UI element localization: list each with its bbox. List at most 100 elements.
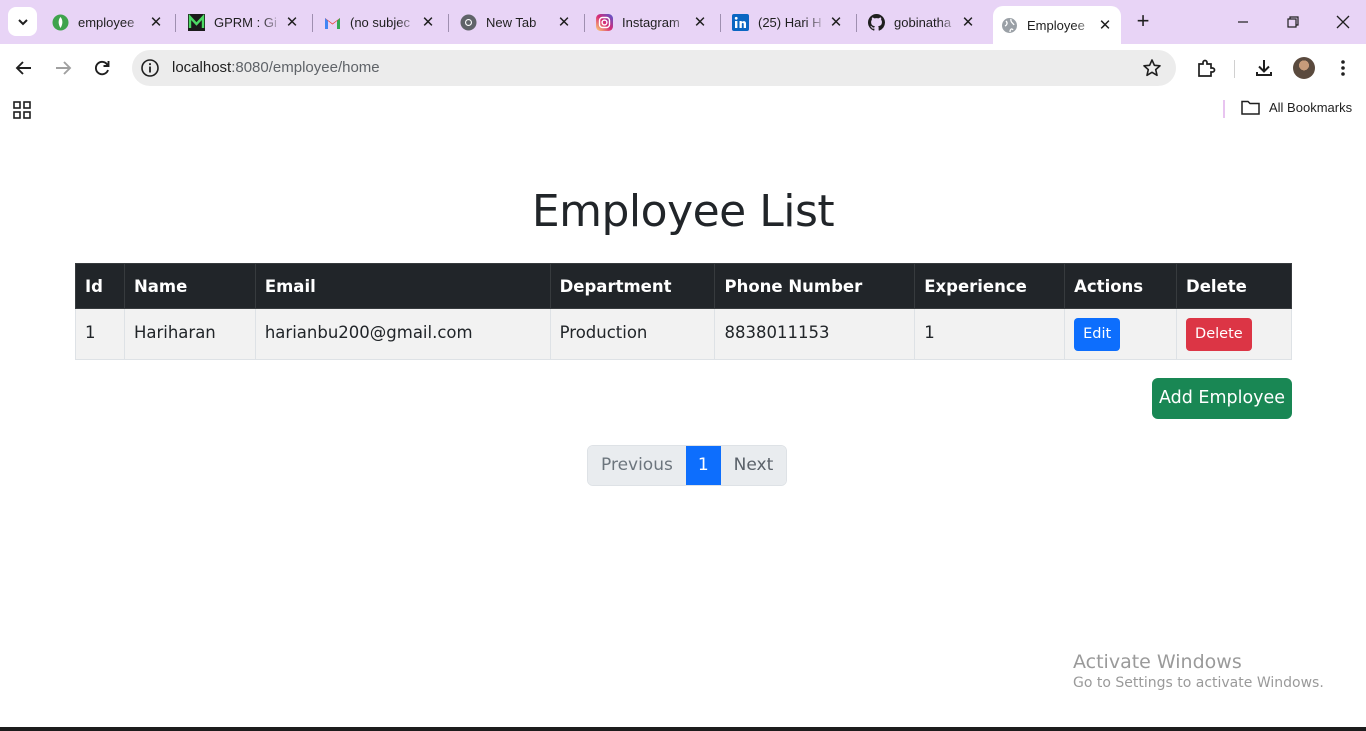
header-email: Email	[254, 263, 551, 309]
url-path: :8080/employee/home	[231, 59, 380, 76]
bookmarks-separator	[1223, 100, 1225, 118]
tab-separator	[720, 14, 721, 32]
tab-linkedin[interactable]: (25) Hari H ✕	[724, 5, 852, 39]
table-row: 1 Hariharan harianbu200@gmail.com Produc…	[75, 308, 1292, 360]
address-bar[interactable]: localhost:8080/employee/home	[132, 50, 1176, 86]
all-bookmarks-button[interactable]: All Bookmarks	[1241, 100, 1352, 115]
url-text[interactable]: localhost:8080/employee/home	[172, 59, 380, 76]
back-arrow-icon	[15, 61, 31, 75]
globe-icon	[1001, 17, 1018, 34]
close-icon[interactable]: ✕	[826, 12, 846, 32]
tab-separator	[448, 14, 449, 32]
cell-delete: Delete	[1176, 308, 1292, 360]
close-icon[interactable]: ✕	[1095, 15, 1115, 35]
pagination: Previous 1 Next	[587, 445, 788, 486]
edit-button[interactable]: Edit	[1074, 318, 1121, 351]
cell-department: Production	[549, 308, 716, 360]
reload-button[interactable]	[88, 54, 116, 82]
minimize-icon	[1238, 21, 1248, 23]
tab-search-button[interactable]	[8, 7, 37, 36]
previous-page-button[interactable]: Previous	[588, 446, 686, 485]
tab-title: GPRM : Gi	[214, 14, 277, 30]
cell-id: 1	[75, 308, 125, 360]
restore-icon	[1287, 16, 1299, 28]
tab-new-tab[interactable]: New Tab ✕	[452, 5, 580, 39]
tab-instagram[interactable]: Instagram ✕	[588, 5, 716, 39]
close-icon[interactable]: ✕	[146, 12, 166, 32]
back-button[interactable]	[10, 54, 38, 82]
puzzle-icon	[1198, 59, 1216, 77]
tab-gmail[interactable]: (no subjec ✕	[316, 5, 444, 39]
watermark-line-1: Activate Windows	[1073, 651, 1242, 673]
tab-separator	[584, 14, 585, 32]
tab-employee-active[interactable]: Employee ✕	[993, 6, 1121, 44]
folder-icon	[1241, 100, 1260, 115]
watermark-line-2: Go to Settings to activate Windows.	[1073, 675, 1324, 691]
header-experience: Experience	[914, 263, 1066, 309]
github-icon	[868, 13, 885, 31]
cell-phone: 8838011153	[714, 308, 916, 360]
header-phone: Phone Number	[714, 263, 916, 309]
instagram-icon	[596, 13, 613, 31]
forward-button[interactable]	[49, 54, 77, 82]
add-employee-button[interactable]: Add Employee	[1152, 378, 1292, 419]
tab-separator	[175, 14, 176, 32]
tab-employee[interactable]: employee ✕	[44, 5, 172, 39]
extensions-button[interactable]	[1194, 56, 1218, 80]
page-1-button[interactable]: 1	[685, 446, 721, 485]
close-icon	[1336, 15, 1350, 29]
tab-github[interactable]: gobinatha ✕	[860, 5, 984, 39]
url-host: localhost	[172, 59, 232, 76]
new-tab-plus-icon[interactable]: +	[1132, 10, 1154, 33]
cell-name: Hariharan	[123, 308, 256, 360]
downloads-button[interactable]	[1252, 56, 1276, 80]
employee-table: Id Name Email Department Phone Number Ex…	[75, 263, 1292, 360]
tab-separator	[856, 14, 857, 32]
tab-title: gobinatha	[894, 14, 952, 30]
activate-windows-watermark: Activate Windows Go to Settings to activ…	[1073, 651, 1324, 691]
browser-toolbar: localhost:8080/employee/home	[0, 44, 1366, 92]
header-name: Name	[123, 263, 256, 309]
cell-experience: 1	[914, 308, 1066, 360]
tab-separator	[312, 14, 313, 32]
taskbar-edge	[0, 727, 1366, 731]
tab-title: New Tab	[486, 14, 537, 30]
tab-title: employee	[78, 14, 135, 30]
tab-title: Instagram	[622, 14, 680, 30]
close-window-button[interactable]	[1318, 0, 1366, 44]
bookmarks-bar: All Bookmarks	[0, 92, 1366, 126]
linkedin-icon	[732, 13, 749, 31]
cell-actions: Edit	[1064, 308, 1178, 360]
close-icon[interactable]: ✕	[282, 12, 302, 32]
tab-title: (no subjec	[350, 14, 410, 30]
menu-button[interactable]	[1331, 56, 1355, 80]
profile-avatar[interactable]	[1293, 57, 1315, 79]
tab-title: Employee	[1027, 17, 1085, 33]
header-delete: Delete	[1176, 263, 1292, 309]
cell-email: harianbu200@gmail.com	[254, 308, 551, 360]
green-leaf-icon	[52, 14, 69, 31]
close-icon[interactable]: ✕	[958, 12, 978, 32]
bookmark-star-icon[interactable]	[1142, 58, 1162, 78]
header-actions: Actions	[1064, 263, 1178, 309]
header-id: Id	[75, 263, 125, 309]
tab-strip: employee ✕ GPRM : Gi ✕ (no subjec ✕ New …	[0, 0, 1366, 44]
close-icon[interactable]: ✕	[554, 12, 574, 32]
forward-arrow-icon	[56, 61, 72, 75]
restore-button[interactable]	[1268, 0, 1318, 44]
close-icon[interactable]: ✕	[418, 12, 438, 32]
gprm-logo-icon	[188, 13, 205, 31]
apps-grid-icon[interactable]	[13, 101, 31, 119]
delete-button[interactable]: Delete	[1186, 318, 1252, 351]
chevron-down-icon	[17, 18, 28, 25]
close-icon[interactable]: ✕	[690, 12, 710, 32]
header-department: Department	[549, 263, 716, 309]
kebab-menu-icon	[1341, 60, 1345, 76]
minimize-button[interactable]	[1218, 0, 1268, 44]
all-bookmarks-label: All Bookmarks	[1269, 100, 1353, 115]
gmail-icon	[324, 14, 341, 31]
info-icon[interactable]	[140, 58, 160, 78]
next-page-button[interactable]: Next	[720, 446, 787, 485]
download-icon	[1256, 60, 1272, 76]
tab-gprm[interactable]: GPRM : Gi ✕	[180, 5, 308, 39]
